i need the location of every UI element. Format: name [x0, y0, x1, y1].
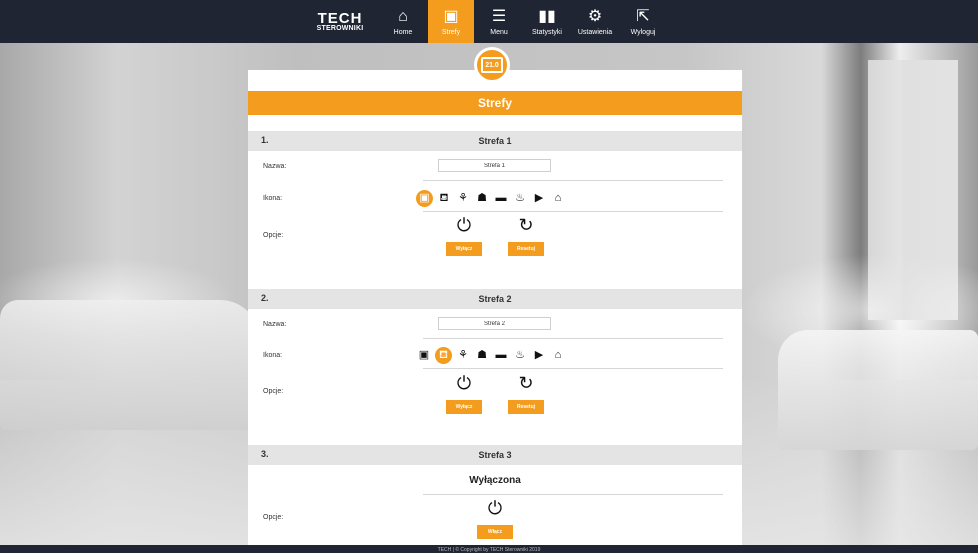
page-title: Strefy	[248, 91, 742, 115]
zone-3-header: 3. Strefa 3	[248, 445, 742, 465]
zones-icon: ▣	[443, 7, 459, 25]
logout-icon: ⇱	[636, 7, 650, 25]
kitchen-icon[interactable]: ♨	[512, 347, 528, 363]
logo-brand: TECH	[317, 9, 363, 27]
bath-icon[interactable]: ⛾	[436, 190, 452, 206]
divider	[423, 211, 723, 212]
footer: TECH | © Copyright by TECH Sterowniki 20…	[0, 545, 978, 553]
door-icon[interactable]: ▶	[531, 190, 547, 206]
zone-2-header: 2. Strefa 2	[248, 289, 742, 309]
nav-home-label: Home	[393, 28, 413, 36]
logo-subtitle: STEROWNIKI	[316, 24, 364, 32]
zone-1-reset-option: ↻ Resetuj	[506, 215, 546, 256]
zone-2-reset-button[interactable]: Resetuj	[508, 400, 544, 414]
flower-icon[interactable]: ⚘	[455, 190, 471, 206]
tech-logo[interactable]: TECH STEROWNIKI	[311, 0, 369, 43]
options-label: Opcje:	[263, 514, 284, 521]
room-icon[interactable]: ▣	[416, 189, 433, 207]
divider	[423, 180, 723, 181]
reset-icon: ↻	[518, 215, 534, 235]
bath-icon[interactable]: ⛾	[435, 346, 452, 364]
zones-panel: Strefy 1. Strefa 1 Nazwa: Ikona: ▣ ⛾ ⚘ ☗…	[248, 70, 742, 553]
zones-badge: 21.0	[474, 47, 510, 83]
zone-title: Strefa 3	[478, 450, 512, 460]
zone-title: Strefa 1	[478, 136, 512, 146]
settings-icon: ⚙	[587, 7, 603, 25]
power-icon: ⏻	[487, 498, 503, 518]
divider	[423, 338, 723, 339]
nav-zones-label: Strefy	[441, 28, 461, 36]
bed-icon[interactable]: ▬	[493, 190, 509, 206]
nav-settings[interactable]: ⚙ Ustawienia	[572, 0, 618, 43]
zone-1-icon-picker: ▣ ⛾ ⚘ ☗ ▬ ♨ ▶ ⌂	[416, 189, 576, 207]
badge-value: 21.0	[485, 61, 499, 69]
home-icon: ⌂	[398, 7, 408, 25]
nav-menu[interactable]: ☰ Menu	[476, 0, 522, 43]
stats-icon: ▮▮	[538, 7, 556, 25]
zone-title: Strefa 2	[478, 294, 512, 304]
options-label: Opcje:	[263, 388, 284, 395]
zone-3-on-option: ⏻ Włącz	[475, 498, 515, 539]
name-label: Nazwa:	[263, 321, 287, 328]
menu-icon: ☰	[491, 7, 507, 25]
divider	[423, 368, 723, 369]
zone-3-status: Wyłączona	[469, 475, 521, 486]
icon-label: Ikona:	[263, 352, 283, 359]
zone-1-off-button[interactable]: Wyłącz	[446, 242, 482, 256]
nav-home[interactable]: ⌂ Home	[380, 0, 426, 43]
kids-icon[interactable]: ☗	[474, 347, 490, 363]
garage-icon[interactable]: ⌂	[550, 347, 566, 363]
nav-zones[interactable]: ▣ Strefy	[428, 0, 474, 43]
zone-2-off-button[interactable]: Wyłącz	[446, 400, 482, 414]
kitchen-icon[interactable]: ♨	[512, 190, 528, 206]
zone-1-off-option: ⏻ Wyłącz	[444, 215, 484, 256]
room-icon[interactable]: ▣	[416, 347, 432, 363]
divider	[423, 494, 723, 495]
zone-1-header: 1. Strefa 1	[248, 131, 742, 151]
nav-logout[interactable]: ⇱ Wyloguj	[620, 0, 666, 43]
zone-1-reset-button[interactable]: Resetuj	[508, 242, 544, 256]
thermostat-icon: 21.0	[481, 57, 503, 73]
garage-icon[interactable]: ⌂	[550, 190, 566, 206]
zone-2-reset-option: ↻ Resetuj	[506, 373, 546, 414]
zone-1-name-input[interactable]	[438, 159, 551, 172]
bed-icon[interactable]: ▬	[493, 347, 509, 363]
door-icon[interactable]: ▶	[531, 347, 547, 363]
options-label: Opcje:	[263, 232, 284, 239]
background-sofa-right	[778, 330, 978, 450]
kids-icon[interactable]: ☗	[474, 190, 490, 206]
zone-2-name-input[interactable]	[438, 317, 551, 330]
power-icon: ⏻	[456, 373, 472, 393]
reset-icon: ↻	[518, 373, 534, 393]
name-label: Nazwa:	[263, 163, 287, 170]
icon-label: Ikona:	[263, 195, 283, 202]
nav-menu-label: Menu	[490, 28, 508, 36]
nav-statistics-label: Statystyki	[532, 28, 562, 36]
top-navbar: TECH STEROWNIKI ⌂ Home ▣ Strefy ☰ Menu ▮…	[0, 0, 978, 43]
zone-2-icon-picker: ▣ ⛾ ⚘ ☗ ▬ ♨ ▶ ⌂	[416, 346, 576, 364]
background-window	[868, 60, 958, 320]
flower-icon[interactable]: ⚘	[455, 347, 471, 363]
nav-logout-label: Wyloguj	[630, 28, 656, 36]
nav-settings-label: Ustawienia	[577, 28, 613, 36]
zone-2-off-option: ⏻ Wyłącz	[444, 373, 484, 414]
background-sofa-left	[0, 300, 260, 430]
zone-3-on-button[interactable]: Włącz	[477, 525, 513, 539]
power-icon: ⏻	[456, 215, 472, 235]
nav-statistics[interactable]: ▮▮ Statystyki	[524, 0, 570, 43]
